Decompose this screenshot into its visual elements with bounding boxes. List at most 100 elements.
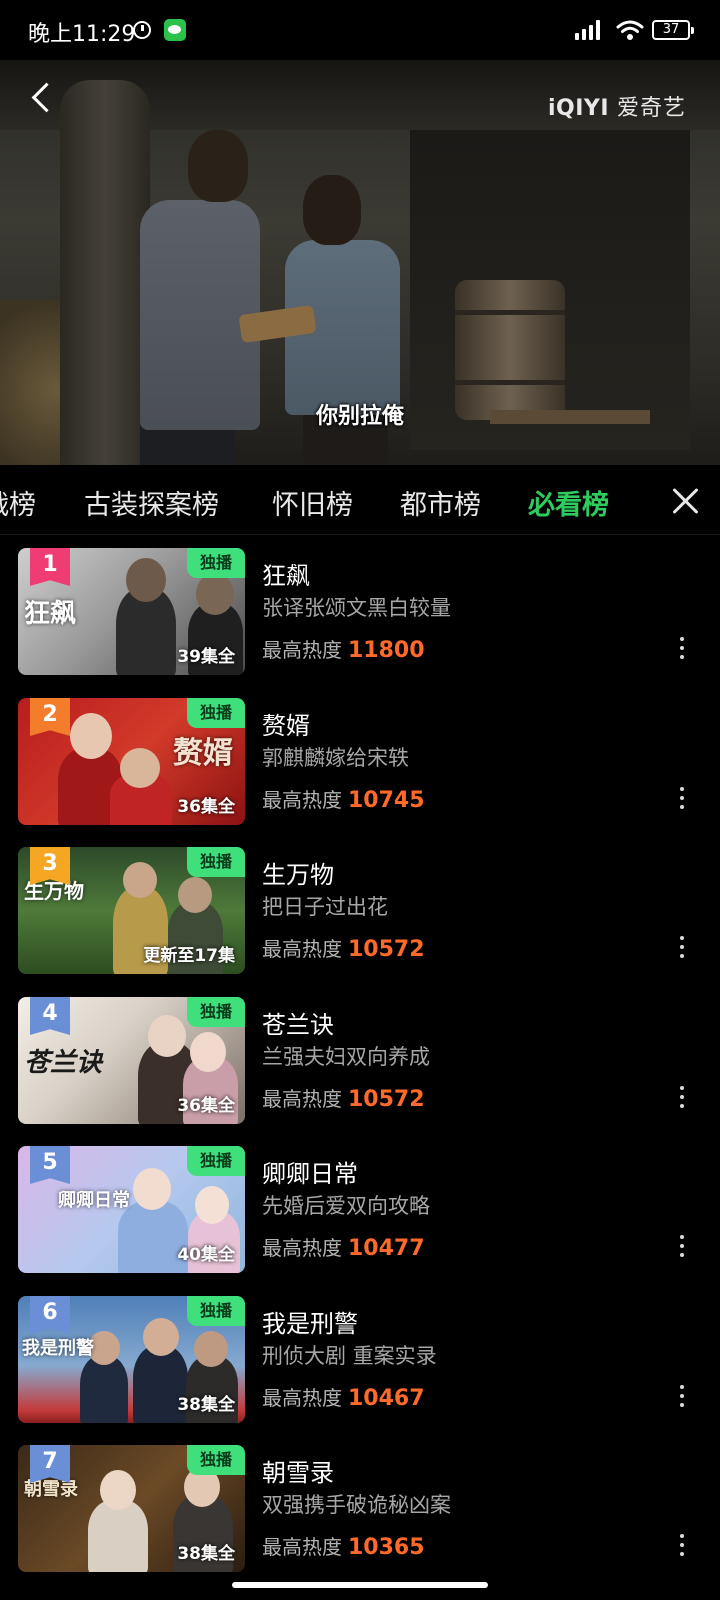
rank-badge: 4 [30,997,70,1035]
episode-count: 38集全 [177,1544,235,1564]
episode-count: 更新至17集 [143,946,235,966]
poster-figure-head [148,1015,186,1057]
video-actor-1-head [188,130,248,202]
item-description: 刑侦大剧 重案实录 [262,1344,437,1368]
list-item[interactable]: 卿卿日常 5 独播 40集全 卿卿日常 先婚后爱双向攻略 最高热度 10477 [0,1146,720,1276]
poster-figure [80,1356,128,1423]
episode-count: 38集全 [177,1395,235,1415]
list-item[interactable]: 朝雪录 7 独播 38集全 朝雪录 双强携手破诡秘凶案 最高热度 10365 [0,1445,720,1575]
item-title: 苍兰诀 [262,1011,334,1039]
poster-image: 朝雪录 7 独播 38集全 [18,1445,245,1572]
back-icon[interactable] [28,80,58,116]
poster-image: 赘婿 2 独播 36集全 [18,698,245,825]
item-description: 先婚后爱双向攻略 [262,1194,430,1218]
close-icon[interactable] [648,470,718,530]
poster-figure-head [178,877,212,913]
more-options-icon[interactable] [680,637,684,659]
more-options-icon[interactable] [680,787,684,809]
episode-count: 40集全 [177,1245,235,1265]
more-options-icon[interactable] [680,1385,684,1407]
list-item[interactable]: 生万物 3 独播 更新至17集 生万物 把日子过出花 最高热度 10572 [0,847,720,977]
item-heat: 最高热度 10467 [262,1382,425,1411]
poster-image: 生万物 3 独播 更新至17集 [18,847,245,974]
item-title: 赘婿 [262,712,310,740]
item-heat: 最高热度 10745 [262,784,425,813]
poster-figure-head [143,1318,179,1356]
item-heat: 最高热度 10365 [262,1531,425,1560]
list-item[interactable]: 我是刑警 6 独播 38集全 我是刑警 刑侦大剧 重案实录 最高热度 10467 [0,1296,720,1426]
item-title: 卿卿日常 [262,1160,358,1188]
rank-badge: 3 [30,847,70,885]
poster-figure-head [70,713,112,759]
poster-figure-head [100,1470,136,1510]
poster-figure-head [126,558,166,602]
exclusive-badge: 独播 [187,997,245,1027]
rank-badge: 5 [30,1146,70,1184]
video-subtitle: 你别拉俺 [315,404,404,429]
logo-name: 爱奇艺 [617,96,687,121]
heat-label: 最高热度 [262,1386,342,1410]
item-title: 我是刑警 [262,1310,358,1338]
tab-battle-chart[interactable]: 战榜 [0,483,36,522]
heat-label: 最高热度 [262,937,342,961]
tab-urban-chart[interactable]: 都市榜 [400,483,481,522]
alarm-icon [133,21,151,39]
rank-badge: 6 [30,1296,70,1334]
video-player[interactable]: 你别拉俺 iQIYI 爱奇艺 [0,60,720,465]
poster-figure-head [190,1032,226,1072]
item-description: 兰强夫妇双向养成 [262,1045,430,1069]
tab-must-watch-chart[interactable]: 必看榜 [528,483,609,522]
status-time: 晚上11:29 [28,22,136,47]
poster-figure-head [194,1331,228,1367]
item-description: 郭麒麟嫁给宋轶 [262,746,409,770]
heat-value: 10365 [348,1535,425,1560]
poster-figure-head [123,862,157,898]
item-description: 把日子过出花 [262,895,388,919]
poster-title-art: 赘婿 [173,736,233,771]
item-title: 生万物 [262,861,334,889]
poster-figure-head [195,1186,229,1224]
item-title: 狂飙 [262,562,310,590]
heat-value: 10572 [348,1087,425,1112]
tab-nostalgia-chart[interactable]: 怀旧榜 [272,483,353,522]
exclusive-badge: 独播 [187,1296,245,1326]
episode-count: 36集全 [177,797,235,817]
exclusive-badge: 独播 [187,1445,245,1475]
video-actor-2-head [303,175,361,245]
more-options-icon[interactable] [680,1235,684,1257]
episode-count: 39集全 [177,647,235,667]
list-item[interactable]: 赘婿 2 独播 36集全 赘婿 郭麒麟嫁给宋轶 最高热度 10745 [0,698,720,828]
list-item[interactable]: 苍兰诀 4 独播 36集全 苍兰诀 兰强夫妇双向养成 最高热度 10572 [0,997,720,1127]
ranking-tabs: 战榜 古装探案榜 怀旧榜 都市榜 必看榜 [0,465,720,535]
more-options-icon[interactable] [680,1086,684,1108]
poster-image: 卿卿日常 5 独播 40集全 [18,1146,245,1273]
item-heat: 最高热度 10572 [262,1083,425,1112]
heat-label: 最高热度 [262,1535,342,1559]
item-description: 双强携手破诡秘凶案 [262,1493,451,1517]
more-options-icon[interactable] [680,1534,684,1556]
heat-value: 10467 [348,1386,425,1411]
heat-value: 10572 [348,937,425,962]
poster-title-art: 狂飙 [24,599,77,629]
heat-value: 11800 [348,638,425,663]
tab-costume-detective-chart[interactable]: 古装探案榜 [84,483,219,522]
poster-image: 我是刑警 6 独播 38集全 [18,1296,245,1423]
battery-icon: 37 [652,20,694,40]
more-options-icon[interactable] [680,936,684,958]
exclusive-badge: 独播 [187,698,245,728]
status-bar: 晚上11:29 37 [0,0,720,60]
item-heat: 最高热度 11800 [262,634,425,663]
poster-title-art: 卿卿日常 [58,1190,130,1211]
heat-label: 最高热度 [262,638,342,662]
poster-image: 狂飙 1 独播 39集全 [18,548,245,675]
list-item[interactable]: 狂飙 1 独播 39集全 狂飙 张译张颂文黑白较量 最高热度 11800 [0,548,720,678]
item-heat: 最高热度 10477 [262,1232,425,1261]
rank-badge: 2 [30,698,70,736]
item-description: 张译张颂文黑白较量 [262,596,451,620]
heat-label: 最高热度 [262,1087,342,1111]
item-heat: 最高热度 10572 [262,933,425,962]
home-indicator[interactable] [232,1582,488,1588]
item-title: 朝雪录 [262,1459,334,1487]
poster-figure [88,1500,148,1572]
exclusive-badge: 独播 [187,548,245,578]
